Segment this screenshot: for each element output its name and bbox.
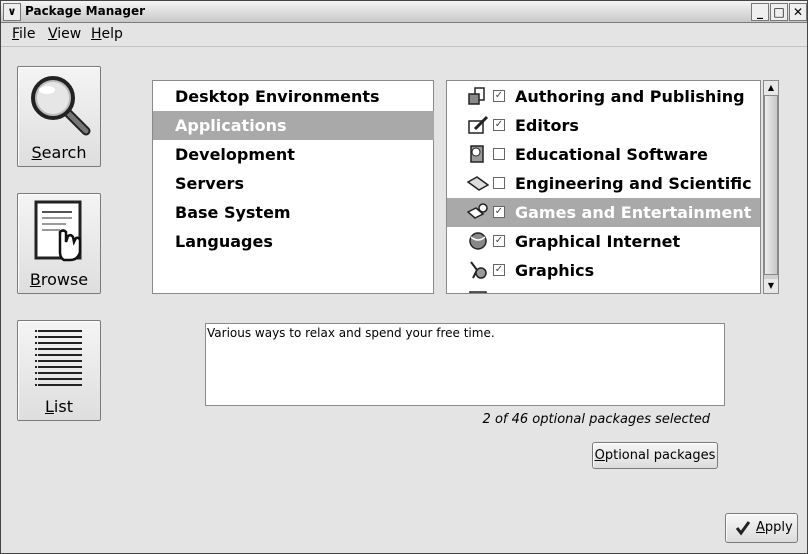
menu-file-label: ile <box>19 26 36 42</box>
maximize-button[interactable]: □ <box>770 3 788 21</box>
editors-icon <box>468 115 489 134</box>
group-item-educational[interactable]: Educational Software <box>447 140 760 169</box>
title-bar[interactable]: ∨ Package Manager _ □ ✕ <box>1 1 807 23</box>
optional-packages-button[interactable]: Optional packages <box>592 442 718 469</box>
group-label-editors: Editors <box>515 116 579 135</box>
group-label-graphics: Graphics <box>515 261 595 280</box>
group-item-authoring[interactable]: ✓ Authoring and Publishing <box>447 82 760 111</box>
education-icon <box>470 145 484 163</box>
graphics-icon <box>470 261 487 279</box>
menu-view[interactable]: View <box>48 26 81 42</box>
group-label-games: Games and Entertainment <box>515 203 752 222</box>
apply-label: pply <box>764 520 793 535</box>
search-mnemonic: S <box>31 143 42 162</box>
group-item-graphics[interactable]: ✓ Graphics <box>447 256 760 285</box>
menu-help[interactable]: Help <box>91 26 123 42</box>
search-button[interactable]: Search <box>17 66 101 167</box>
category-item-servers[interactable]: Servers <box>153 169 434 198</box>
category-item-desktop-environments[interactable]: Desktop Environments <box>153 82 434 111</box>
window-menu-icon: ∨ <box>7 5 17 18</box>
apply-mnemonic: A <box>756 520 765 535</box>
category-item-development[interactable]: Development <box>153 140 434 169</box>
authoring-icon <box>468 87 485 105</box>
selection-count: 2 of 46 optional packages selected <box>482 412 710 427</box>
menu-bar: File View Help <box>1 23 807 47</box>
games-icon <box>467 203 488 219</box>
package-manager-window: ∨ Package Manager _ □ ✕ File View Help S… <box>0 0 808 554</box>
minimize-button[interactable]: _ <box>751 3 769 21</box>
browse-mnemonic: B <box>29 270 41 289</box>
group-item-editors[interactable]: ✓ Editors <box>447 111 760 140</box>
list-icon <box>35 330 82 386</box>
group-description: Various ways to relax and spend your fre… <box>205 323 725 406</box>
list-label: ist <box>53 397 73 416</box>
maximize-icon: □ <box>773 5 785 19</box>
group-item-internet[interactable]: ✓ Graphical Internet <box>447 227 760 256</box>
group-item-games[interactable]: ✓ Games and Entertainment <box>447 198 760 227</box>
group-checkbox-office[interactable]: ✓ <box>493 293 505 294</box>
group-checkbox-internet[interactable]: ✓ <box>493 235 505 247</box>
group-checkbox-authoring[interactable]: ✓ <box>493 90 505 102</box>
list-button-label: List <box>18 397 100 416</box>
close-icon: ✕ <box>792 5 804 19</box>
group-checkbox-educational[interactable] <box>493 148 505 160</box>
checkmark-icon <box>735 521 751 536</box>
group-label-office: Office/Productivity <box>515 285 683 293</box>
list-button[interactable]: List <box>17 320 101 421</box>
group-checkbox-editors[interactable]: ✓ <box>493 119 505 131</box>
document-hand-icon <box>34 200 82 262</box>
minimize-icon: _ <box>757 5 763 19</box>
magnifier-icon <box>31 76 91 136</box>
engineering-icon <box>467 176 489 191</box>
group-label-educational: Educational Software <box>515 145 708 164</box>
group-checkbox-engineering[interactable] <box>493 177 505 189</box>
group-item-office[interactable]: ✓ Office/Productivity <box>447 285 760 294</box>
group-checkbox-games[interactable]: ✓ <box>493 206 505 218</box>
menu-file-mnemonic: F <box>12 26 20 42</box>
group-label-authoring: Authoring and Publishing <box>515 87 745 106</box>
scrollbar-thumb[interactable] <box>764 95 778 275</box>
group-list: ✓ Authoring and Publishing ✓ Editors Edu… <box>446 80 761 294</box>
group-label-internet: Graphical Internet <box>515 232 681 251</box>
browse-button[interactable]: Browse <box>17 193 101 294</box>
menu-help-mnemonic: H <box>91 26 102 42</box>
search-label: earch <box>41 143 87 162</box>
list-mnemonic: L <box>45 397 54 416</box>
menu-view-label: iew <box>57 26 82 42</box>
category-item-languages[interactable]: Languages <box>153 227 434 256</box>
group-list-scrollbar[interactable]: ▲ ▼ <box>763 80 779 294</box>
menu-view-mnemonic: V <box>48 26 58 42</box>
internet-icon <box>469 232 487 250</box>
close-button[interactable]: ✕ <box>789 3 807 21</box>
browse-button-label: Browse <box>18 270 100 289</box>
scroll-up-arrow-icon[interactable]: ▲ <box>764 81 778 95</box>
menu-file[interactable]: File <box>12 26 35 42</box>
scroll-down-arrow-icon[interactable]: ▼ <box>764 279 778 293</box>
category-item-base-system[interactable]: Base System <box>153 198 434 227</box>
window-menu-button[interactable]: ∨ <box>3 3 21 21</box>
group-item-engineering[interactable]: Engineering and Scientific <box>447 169 760 198</box>
search-button-label: Search <box>18 143 100 162</box>
office-icon <box>469 291 487 293</box>
category-item-applications[interactable]: Applications <box>153 111 434 140</box>
menu-help-label: elp <box>101 26 123 42</box>
apply-button-label: Apply <box>756 514 793 542</box>
optional-mnemonic: O <box>594 448 605 463</box>
category-list: Desktop Environments Applications Develo… <box>152 80 434 294</box>
optional-label: ptional packages <box>604 448 716 463</box>
apply-button[interactable]: Apply <box>725 513 798 543</box>
window-title: Package Manager <box>25 4 145 18</box>
group-label-engineering: Engineering and Scientific <box>515 174 752 193</box>
group-checkbox-graphics[interactable]: ✓ <box>493 264 505 276</box>
browse-label: rowse <box>40 270 89 289</box>
